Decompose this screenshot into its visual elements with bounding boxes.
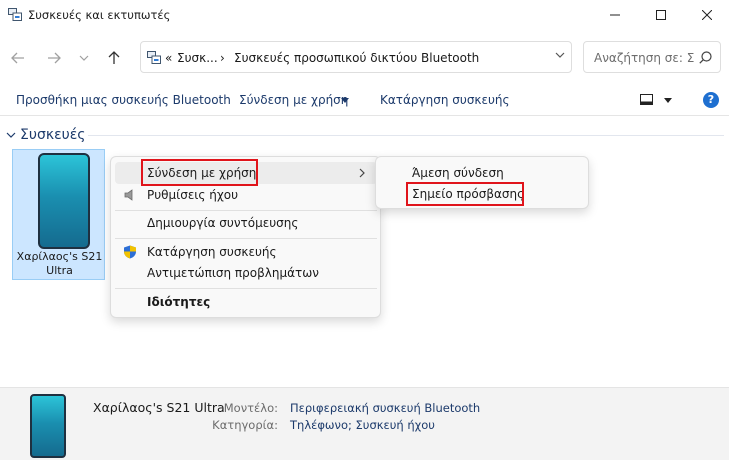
- menu-separator: [115, 210, 377, 211]
- chevron-down-icon[interactable]: [555, 52, 565, 58]
- menu-item-sound-settings[interactable]: Ρυθμίσεις ήχου: [115, 184, 377, 206]
- caret-down-icon[interactable]: [664, 98, 672, 103]
- arrow-right-icon: [48, 52, 61, 64]
- menu-item-label: Ρυθμίσεις ήχου: [147, 188, 239, 202]
- group-header[interactable]: Συσκευές: [6, 126, 86, 144]
- back-button[interactable]: [8, 48, 28, 68]
- chevron-down-icon: [79, 55, 89, 61]
- connect-using-button[interactable]: Σύνδεση με χρήση: [239, 93, 348, 107]
- arrow-up-icon: [108, 51, 120, 64]
- chevron-down-icon: [6, 132, 16, 138]
- search-icon: [699, 51, 712, 64]
- view-options-icon[interactable]: [640, 94, 653, 105]
- menu-item-troubleshoot[interactable]: Αντιμετώπιση προβλημάτων: [115, 262, 377, 284]
- details-category-value: Τηλέφωνο; Συσκευή ήχου: [290, 418, 435, 432]
- remove-device-button[interactable]: Κατάργηση συσκευής: [380, 93, 510, 107]
- breadcrumb-item[interactable]: Συσκ...: [177, 51, 218, 65]
- menu-item-label: Ιδιότητες: [147, 295, 211, 309]
- help-icon[interactable]: ?: [703, 92, 719, 108]
- group-label: Συσκευές: [20, 127, 86, 143]
- chevron-right-icon: [359, 168, 365, 178]
- caret-down-icon: [341, 98, 349, 103]
- title-bar: Συσκευές και εκτυπωτές: [0, 0, 729, 30]
- device-name: Χαρίλαος's S21 Ultra: [16, 250, 103, 277]
- menu-item-remove-device[interactable]: Κατάργηση συσκευής: [115, 241, 377, 263]
- menu-item-properties[interactable]: Ιδιότητες: [115, 291, 377, 313]
- details-model-value: Περιφερειακή συσκευή Bluetooth: [290, 401, 481, 415]
- phone-icon: [38, 153, 90, 249]
- devices-printers-icon: [147, 51, 161, 64]
- details-model-label: Μοντέλο:: [223, 401, 278, 415]
- menu-item-label: Κατάργηση συσκευής: [147, 245, 277, 259]
- close-icon: [702, 10, 712, 20]
- close-button[interactable]: [684, 0, 729, 30]
- window-title: Συσκευές και εκτυπωτές: [28, 8, 171, 22]
- breadcrumb-current[interactable]: Συσκευές προσωπικού δικτύου Bluetooth: [234, 51, 479, 65]
- menu-item-label: Άμεση σύνδεση: [412, 166, 504, 180]
- maximize-icon: [656, 10, 666, 20]
- forward-button[interactable]: [44, 48, 64, 68]
- recent-locations-button[interactable]: [74, 48, 94, 68]
- menu-separator: [115, 288, 377, 289]
- speaker-icon: [124, 189, 133, 201]
- arrow-left-icon: [11, 52, 24, 64]
- device-tile[interactable]: Χαρίλαος's S21 Ultra: [12, 149, 105, 280]
- connect-using-submenu: Άμεση σύνδεση Σημείο πρόσβασης: [375, 156, 589, 209]
- phone-icon: [30, 394, 66, 458]
- address-bar[interactable]: « Συσκ... › Συσκευές προσωπικού δικτύου …: [140, 41, 572, 73]
- minimize-icon: [610, 14, 620, 16]
- navigation-bar: « Συσκ... › Συσκευές προσωπικού δικτύου …: [0, 38, 729, 76]
- add-bluetooth-device-button[interactable]: Προσθήκη μιας συσκευής Bluetooth: [16, 93, 231, 107]
- breadcrumb-overflow[interactable]: «: [165, 51, 172, 65]
- details-pane: Χαρίλαος's S21 Ultra Μοντέλο: Περιφερεια…: [0, 387, 729, 460]
- menu-item-direct-connection[interactable]: Άμεση σύνδεση: [380, 163, 585, 183]
- group-divider: [88, 135, 724, 136]
- highlight-box: [141, 159, 258, 186]
- devices-printers-icon: [8, 8, 22, 21]
- maximize-button[interactable]: [638, 0, 684, 30]
- search-input[interactable]: Αναζήτηση σε: Συσκευές προσωπικού δικτύο…: [594, 51, 694, 65]
- details-category-label: Κατηγορία:: [212, 418, 278, 432]
- breadcrumb-separator[interactable]: ›: [220, 51, 225, 65]
- up-button[interactable]: [104, 48, 124, 68]
- shield-icon: [124, 245, 136, 259]
- menu-item-label: Αντιμετώπιση προβλημάτων: [147, 266, 319, 280]
- menu-separator: [115, 238, 377, 239]
- highlight-box: [406, 182, 524, 206]
- menu-item-label: Δημιουργία συντόμευσης: [147, 216, 299, 230]
- minimize-button[interactable]: [592, 0, 638, 30]
- details-device-name: Χαρίλαος's S21 Ultra: [93, 400, 225, 415]
- command-bar: Προσθήκη μιας συσκευής Bluetooth Σύνδεση…: [0, 84, 729, 116]
- search-box[interactable]: Αναζήτηση σε: Συσκευές προσωπικού δικτύο…: [583, 41, 721, 73]
- menu-item-create-shortcut[interactable]: Δημιουργία συντόμευσης: [115, 212, 377, 234]
- context-menu: Σύνδεση με χρήση Ρυθμίσεις ήχου Δημιουργ…: [110, 156, 381, 318]
